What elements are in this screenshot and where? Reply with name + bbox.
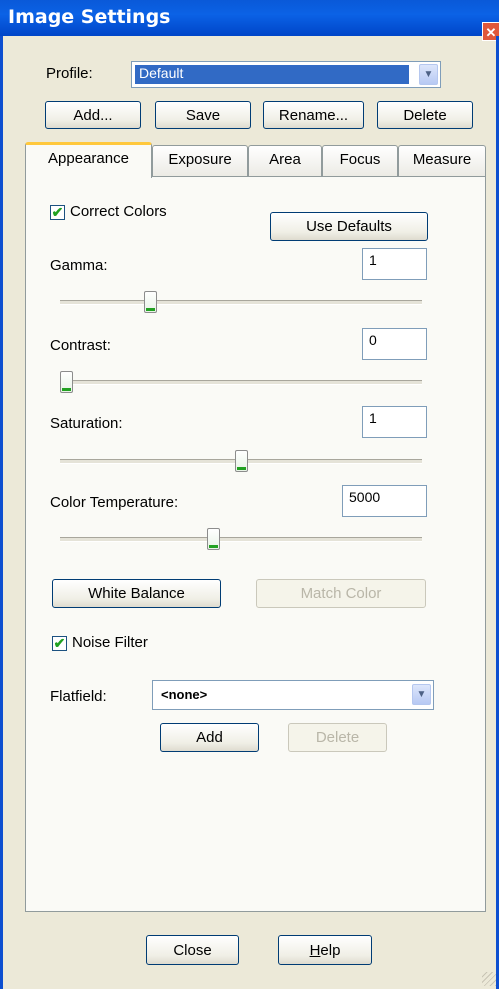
close-button[interactable]: Close (146, 935, 239, 965)
contrast-label: Contrast: (50, 337, 111, 354)
flatfield-label: Flatfield: (50, 688, 107, 705)
flatfield-value: <none> (161, 687, 208, 702)
color-temperature-slider-track[interactable] (60, 537, 422, 542)
color-temperature-slider-thumb[interactable] (206, 528, 220, 550)
delete-profile-button[interactable]: Delete (377, 101, 473, 129)
add-profile-button[interactable]: Add... (45, 101, 141, 129)
flatfield-select[interactable]: <none> ▼ (152, 680, 434, 710)
tab-appearance[interactable]: Appearance (25, 142, 152, 178)
use-defaults-button[interactable]: Use Defaults (270, 212, 428, 241)
saturation-label: Saturation: (50, 415, 123, 432)
white-balance-button[interactable]: White Balance (52, 579, 221, 608)
window-title: Image Settings (8, 6, 171, 28)
contrast-field[interactable]: 0 (362, 328, 427, 360)
correct-colors-label: Correct Colors (70, 203, 167, 220)
resize-grip[interactable] (482, 972, 496, 986)
rename-profile-button[interactable]: Rename... (263, 101, 364, 129)
check-icon: ✔ (53, 635, 66, 651)
saturation-slider-thumb[interactable] (234, 450, 248, 472)
gamma-field[interactable]: 1 (362, 248, 427, 280)
profile-select[interactable]: Default ▼ (131, 61, 441, 88)
gamma-slider-track[interactable] (60, 300, 422, 305)
noise-filter-checkbox[interactable]: ✔ (52, 636, 67, 651)
help-button[interactable]: Help (278, 935, 372, 965)
chevron-down-icon[interactable]: ▼ (419, 64, 438, 85)
saturation-field[interactable]: 1 (362, 406, 427, 438)
color-temperature-label: Color Temperature: (50, 494, 179, 511)
check-icon: ✔ (51, 204, 64, 220)
title-bar: Image Settings (0, 0, 499, 36)
profile-label: Profile: (46, 65, 93, 82)
help-button-label: Help (309, 941, 341, 959)
save-profile-button[interactable]: Save (155, 101, 251, 129)
color-temperature-field[interactable]: 5000 (342, 485, 427, 517)
profile-value: Default (139, 65, 184, 81)
appearance-panel (25, 176, 486, 912)
flatfield-delete-button: Delete (288, 723, 387, 752)
gamma-label: Gamma: (50, 257, 108, 274)
noise-filter-label: Noise Filter (72, 634, 148, 651)
contrast-slider-thumb[interactable] (60, 371, 73, 393)
chevron-down-icon[interactable]: ▼ (412, 684, 431, 705)
match-color-button: Match Color (256, 579, 426, 608)
flatfield-add-button[interactable]: Add (160, 723, 259, 752)
tab-exposure[interactable]: Exposure (152, 145, 248, 176)
correct-colors-checkbox[interactable]: ✔ (50, 205, 65, 220)
contrast-slider-track[interactable] (60, 380, 422, 385)
gamma-slider-thumb[interactable] (143, 291, 157, 313)
tab-focus[interactable]: Focus (322, 145, 398, 176)
tab-area[interactable]: Area (248, 145, 322, 176)
tab-measure[interactable]: Measure (398, 145, 486, 176)
